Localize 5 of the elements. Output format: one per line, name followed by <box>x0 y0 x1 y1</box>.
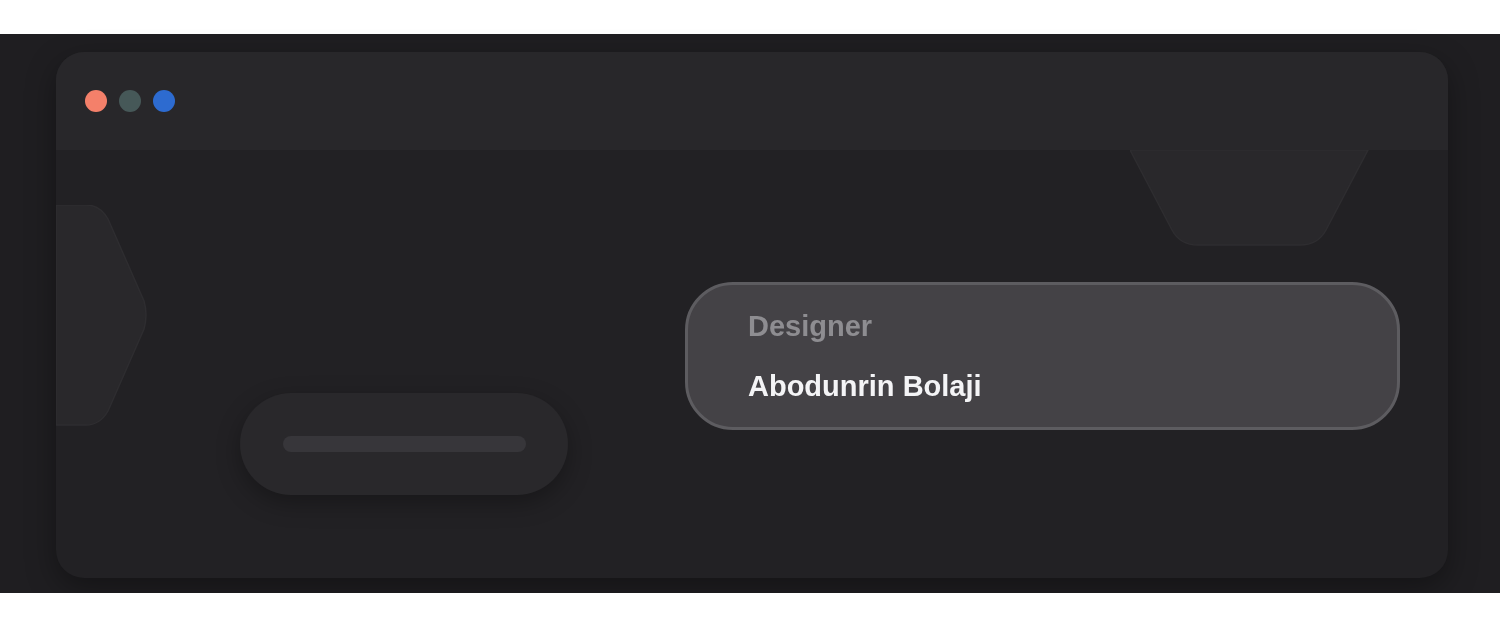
person-name: Abodunrin Bolaji <box>748 369 982 404</box>
job-title: Designer <box>748 309 873 344</box>
window-control-dot[interactable] <box>119 90 141 112</box>
window-control-dot[interactable] <box>85 90 107 112</box>
window-control-dot[interactable] <box>153 90 175 112</box>
